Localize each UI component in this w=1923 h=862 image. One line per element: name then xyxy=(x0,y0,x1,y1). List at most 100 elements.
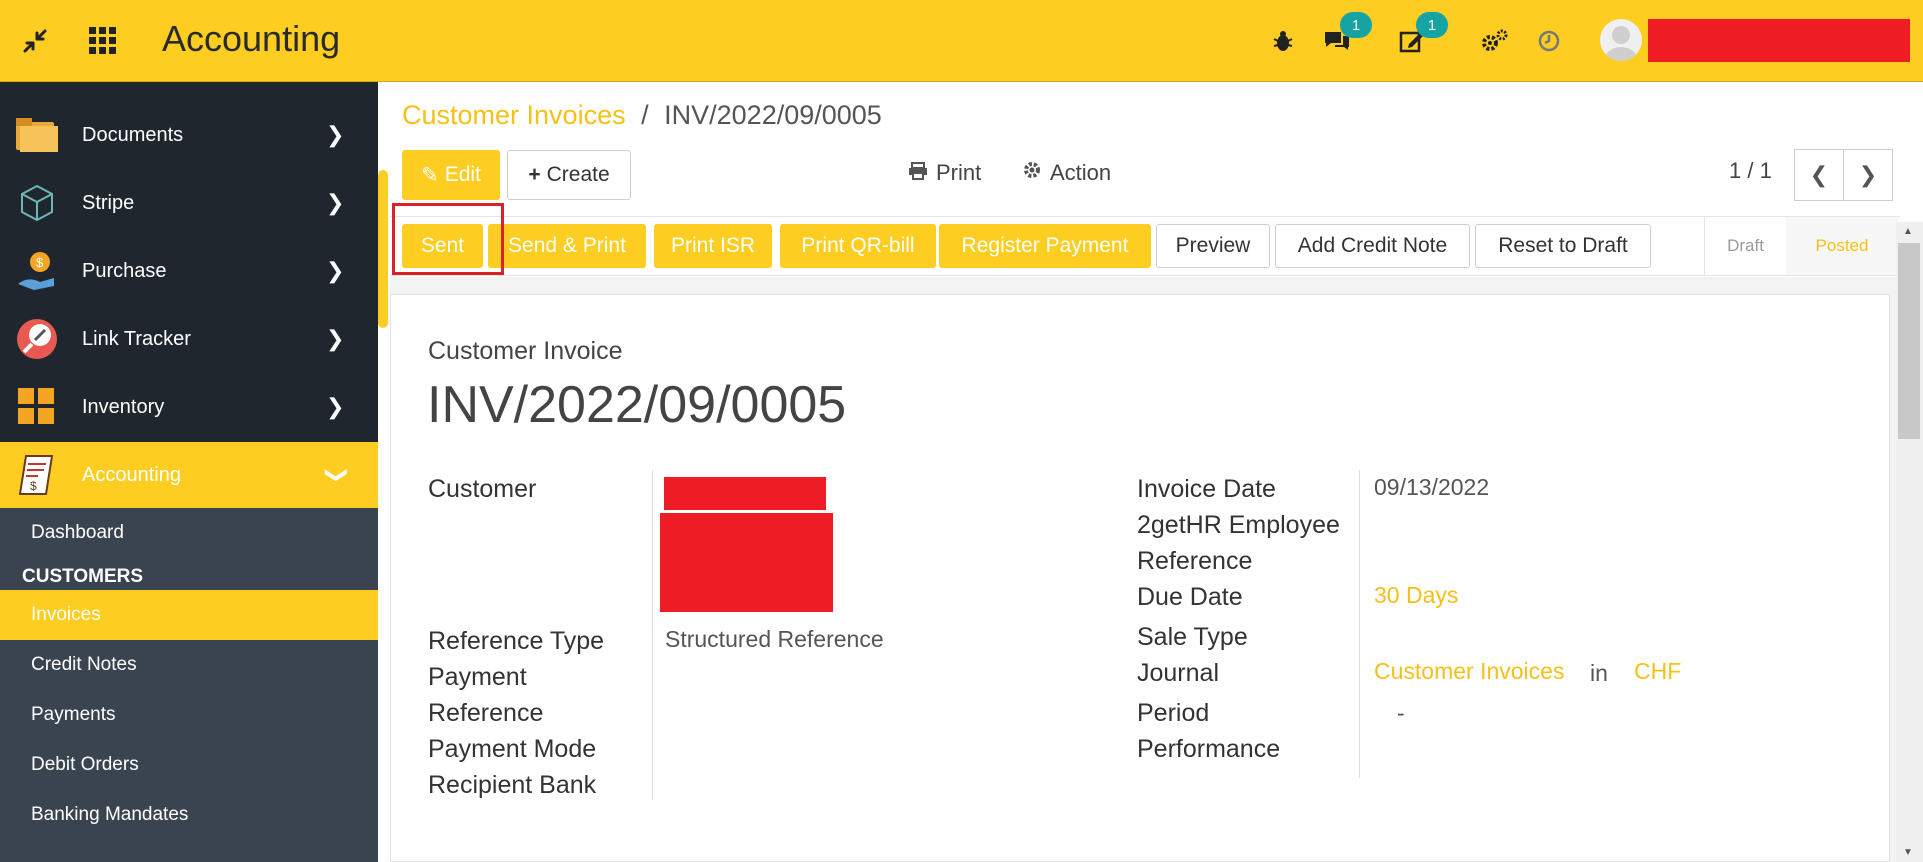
edit-button[interactable]: ✎ Edit xyxy=(402,150,500,200)
sale-type-label: Sale Type xyxy=(1137,623,1248,651)
invoice-scroll-icon: $ xyxy=(14,452,60,498)
breadcrumb-separator: / xyxy=(641,100,649,130)
redacted-user-name xyxy=(1648,19,1910,62)
activities-icon[interactable]: 1 xyxy=(1394,12,1448,60)
inventory-boxes-icon xyxy=(14,384,60,430)
messages-icon[interactable]: 1 xyxy=(1318,12,1372,60)
send-print-button[interactable]: Send & Print xyxy=(488,224,646,268)
chevron-right-icon: ❯ xyxy=(326,258,345,283)
breadcrumb: Customer Invoices / INV/2022/09/0005 xyxy=(402,100,882,131)
chevron-right-icon: ❯ xyxy=(326,190,345,215)
invoice-date-value[interactable]: 09/13/2022 xyxy=(1374,469,1489,505)
invoice-number-title: INV/2022/09/0005 xyxy=(427,376,847,434)
breadcrumb-parent-link[interactable]: Customer Invoices xyxy=(402,100,626,130)
chevron-right-icon: ❯ xyxy=(326,122,345,147)
period-performance-value[interactable]: - xyxy=(1397,695,1405,731)
chevron-right-icon: ❯ xyxy=(1858,162,1878,187)
journal-in-text: in xyxy=(1590,660,1608,686)
payment-reference-label: Payment Reference xyxy=(428,663,544,727)
breadcrumb-current: INV/2022/09/0005 xyxy=(664,100,882,130)
accounting-submenu: Dashboard CUSTOMERS Invoices Credit Note… xyxy=(0,508,378,862)
link-icon xyxy=(14,316,60,362)
customer-label: Customer xyxy=(428,475,537,503)
messages-badge: 1 xyxy=(1340,12,1372,38)
sidebar-item-label: Inventory xyxy=(82,395,165,418)
redacted-customer-address xyxy=(660,513,833,612)
sidebar-item-label: Stripe xyxy=(82,191,135,214)
pager-counter[interactable]: 1 / 1 xyxy=(1729,158,1772,184)
sidebar-sub-banking-mandates[interactable]: Banking Mandates xyxy=(0,790,378,840)
scroll-up-icon[interactable]: ▲ xyxy=(1903,226,1913,237)
payment-mode-label: Payment Mode xyxy=(428,735,597,763)
employee-reference-label: 2getHR Employee Reference xyxy=(1137,511,1340,575)
reference-type-label: Reference Type xyxy=(428,627,605,655)
print-menu[interactable]: Print xyxy=(908,160,981,186)
main-content: Customer Invoices / INV/2022/09/0005 ✎ E… xyxy=(390,82,1923,862)
svg-text:$: $ xyxy=(30,479,37,493)
column-divider-right xyxy=(1359,470,1360,778)
pager-previous-button[interactable]: ❮ xyxy=(1794,149,1844,201)
sidebar-item-accounting[interactable]: $ Accounting ❯ xyxy=(0,442,378,508)
currency-value[interactable]: CHF xyxy=(1634,653,1681,689)
sidebar-sub-debit-orders[interactable]: Debit Orders xyxy=(0,740,378,790)
pager-next-button[interactable]: ❯ xyxy=(1843,149,1893,201)
top-bar: Accounting 1 1 xyxy=(0,0,1923,82)
apps-grid-icon[interactable] xyxy=(84,22,122,60)
cube-icon xyxy=(14,180,60,226)
print-isr-button[interactable]: Print ISR xyxy=(654,224,772,268)
stage-draft[interactable]: Draft xyxy=(1704,217,1786,275)
chevron-left-icon: ❮ xyxy=(1809,162,1829,187)
sidebar-sub-dashboard[interactable]: Dashboard xyxy=(0,508,378,558)
sidebar-item-label: Documents xyxy=(82,123,184,146)
debug-bug-icon[interactable] xyxy=(1264,22,1302,60)
svg-text:$: $ xyxy=(36,255,44,270)
column-divider-left xyxy=(652,470,653,800)
collapse-icon[interactable] xyxy=(16,22,54,60)
sidebar: Documents ❯ Stripe ❯ $ Purchase ❯ Link T… xyxy=(0,82,378,862)
annotation-highlight-box xyxy=(392,203,504,275)
chevron-right-icon: ❯ xyxy=(326,326,345,351)
purchase-coin-icon: $ xyxy=(14,248,60,294)
recipient-bank-label: Recipient Bank xyxy=(428,771,597,799)
user-avatar[interactable] xyxy=(1600,19,1642,61)
sidebar-item-stripe[interactable]: Stripe ❯ xyxy=(0,170,378,236)
settings-gears-icon[interactable] xyxy=(1476,22,1514,60)
page-scrollbar-thumb[interactable] xyxy=(1898,243,1920,439)
sidebar-item-inventory[interactable]: Inventory ❯ xyxy=(0,374,378,440)
print-label: Print xyxy=(936,160,982,185)
create-button-label: Create xyxy=(546,163,610,186)
gear-icon xyxy=(1022,160,1042,186)
clock-icon[interactable] xyxy=(1530,22,1568,60)
form-sheet: Customer Invoice INV/2022/09/0005 Custom… xyxy=(390,294,1890,862)
create-button[interactable]: + Create xyxy=(507,150,631,200)
journal-value[interactable]: Customer Invoices xyxy=(1374,653,1564,689)
chevron-down-icon: ❯ xyxy=(325,465,351,485)
folder-icon xyxy=(14,112,60,158)
sidebar-item-documents[interactable]: Documents ❯ xyxy=(0,102,378,168)
sidebar-item-link-tracker[interactable]: Link Tracker ❯ xyxy=(0,306,378,372)
period-performance-label: Period Performance xyxy=(1137,699,1281,763)
pencil-icon: ✎ xyxy=(421,163,439,187)
register-payment-button[interactable]: Register Payment xyxy=(939,224,1151,268)
printer-icon xyxy=(908,160,928,186)
sidebar-item-label: Accounting xyxy=(82,463,181,486)
preview-button[interactable]: Preview xyxy=(1156,224,1270,268)
sidebar-sub-payments[interactable]: Payments xyxy=(0,690,378,740)
sidebar-item-label: Link Tracker xyxy=(82,327,191,350)
app-title: Accounting xyxy=(162,18,341,59)
stage-posted[interactable]: Posted xyxy=(1786,217,1898,275)
reset-to-draft-button[interactable]: Reset to Draft xyxy=(1475,224,1651,268)
print-qr-bill-button[interactable]: Print QR-bill xyxy=(780,224,936,268)
sidebar-sub-credit-notes[interactable]: Credit Notes xyxy=(0,640,378,690)
reference-type-value[interactable]: Structured Reference xyxy=(665,621,884,657)
scroll-down-icon[interactable]: ▼ xyxy=(1903,847,1913,858)
sidebar-item-purchase[interactable]: $ Purchase ❯ xyxy=(0,238,378,304)
invoice-date-label: Invoice Date xyxy=(1137,475,1276,503)
chevron-right-icon: ❯ xyxy=(326,394,345,419)
sidebar-scrollbar[interactable] xyxy=(378,170,388,328)
add-credit-note-button[interactable]: Add Credit Note xyxy=(1275,224,1470,268)
sidebar-item-label: Purchase xyxy=(82,259,167,282)
sidebar-sub-invoices[interactable]: Invoices xyxy=(0,590,378,640)
action-menu[interactable]: Action xyxy=(1022,160,1111,186)
due-date-value[interactable]: 30 Days xyxy=(1374,577,1458,613)
